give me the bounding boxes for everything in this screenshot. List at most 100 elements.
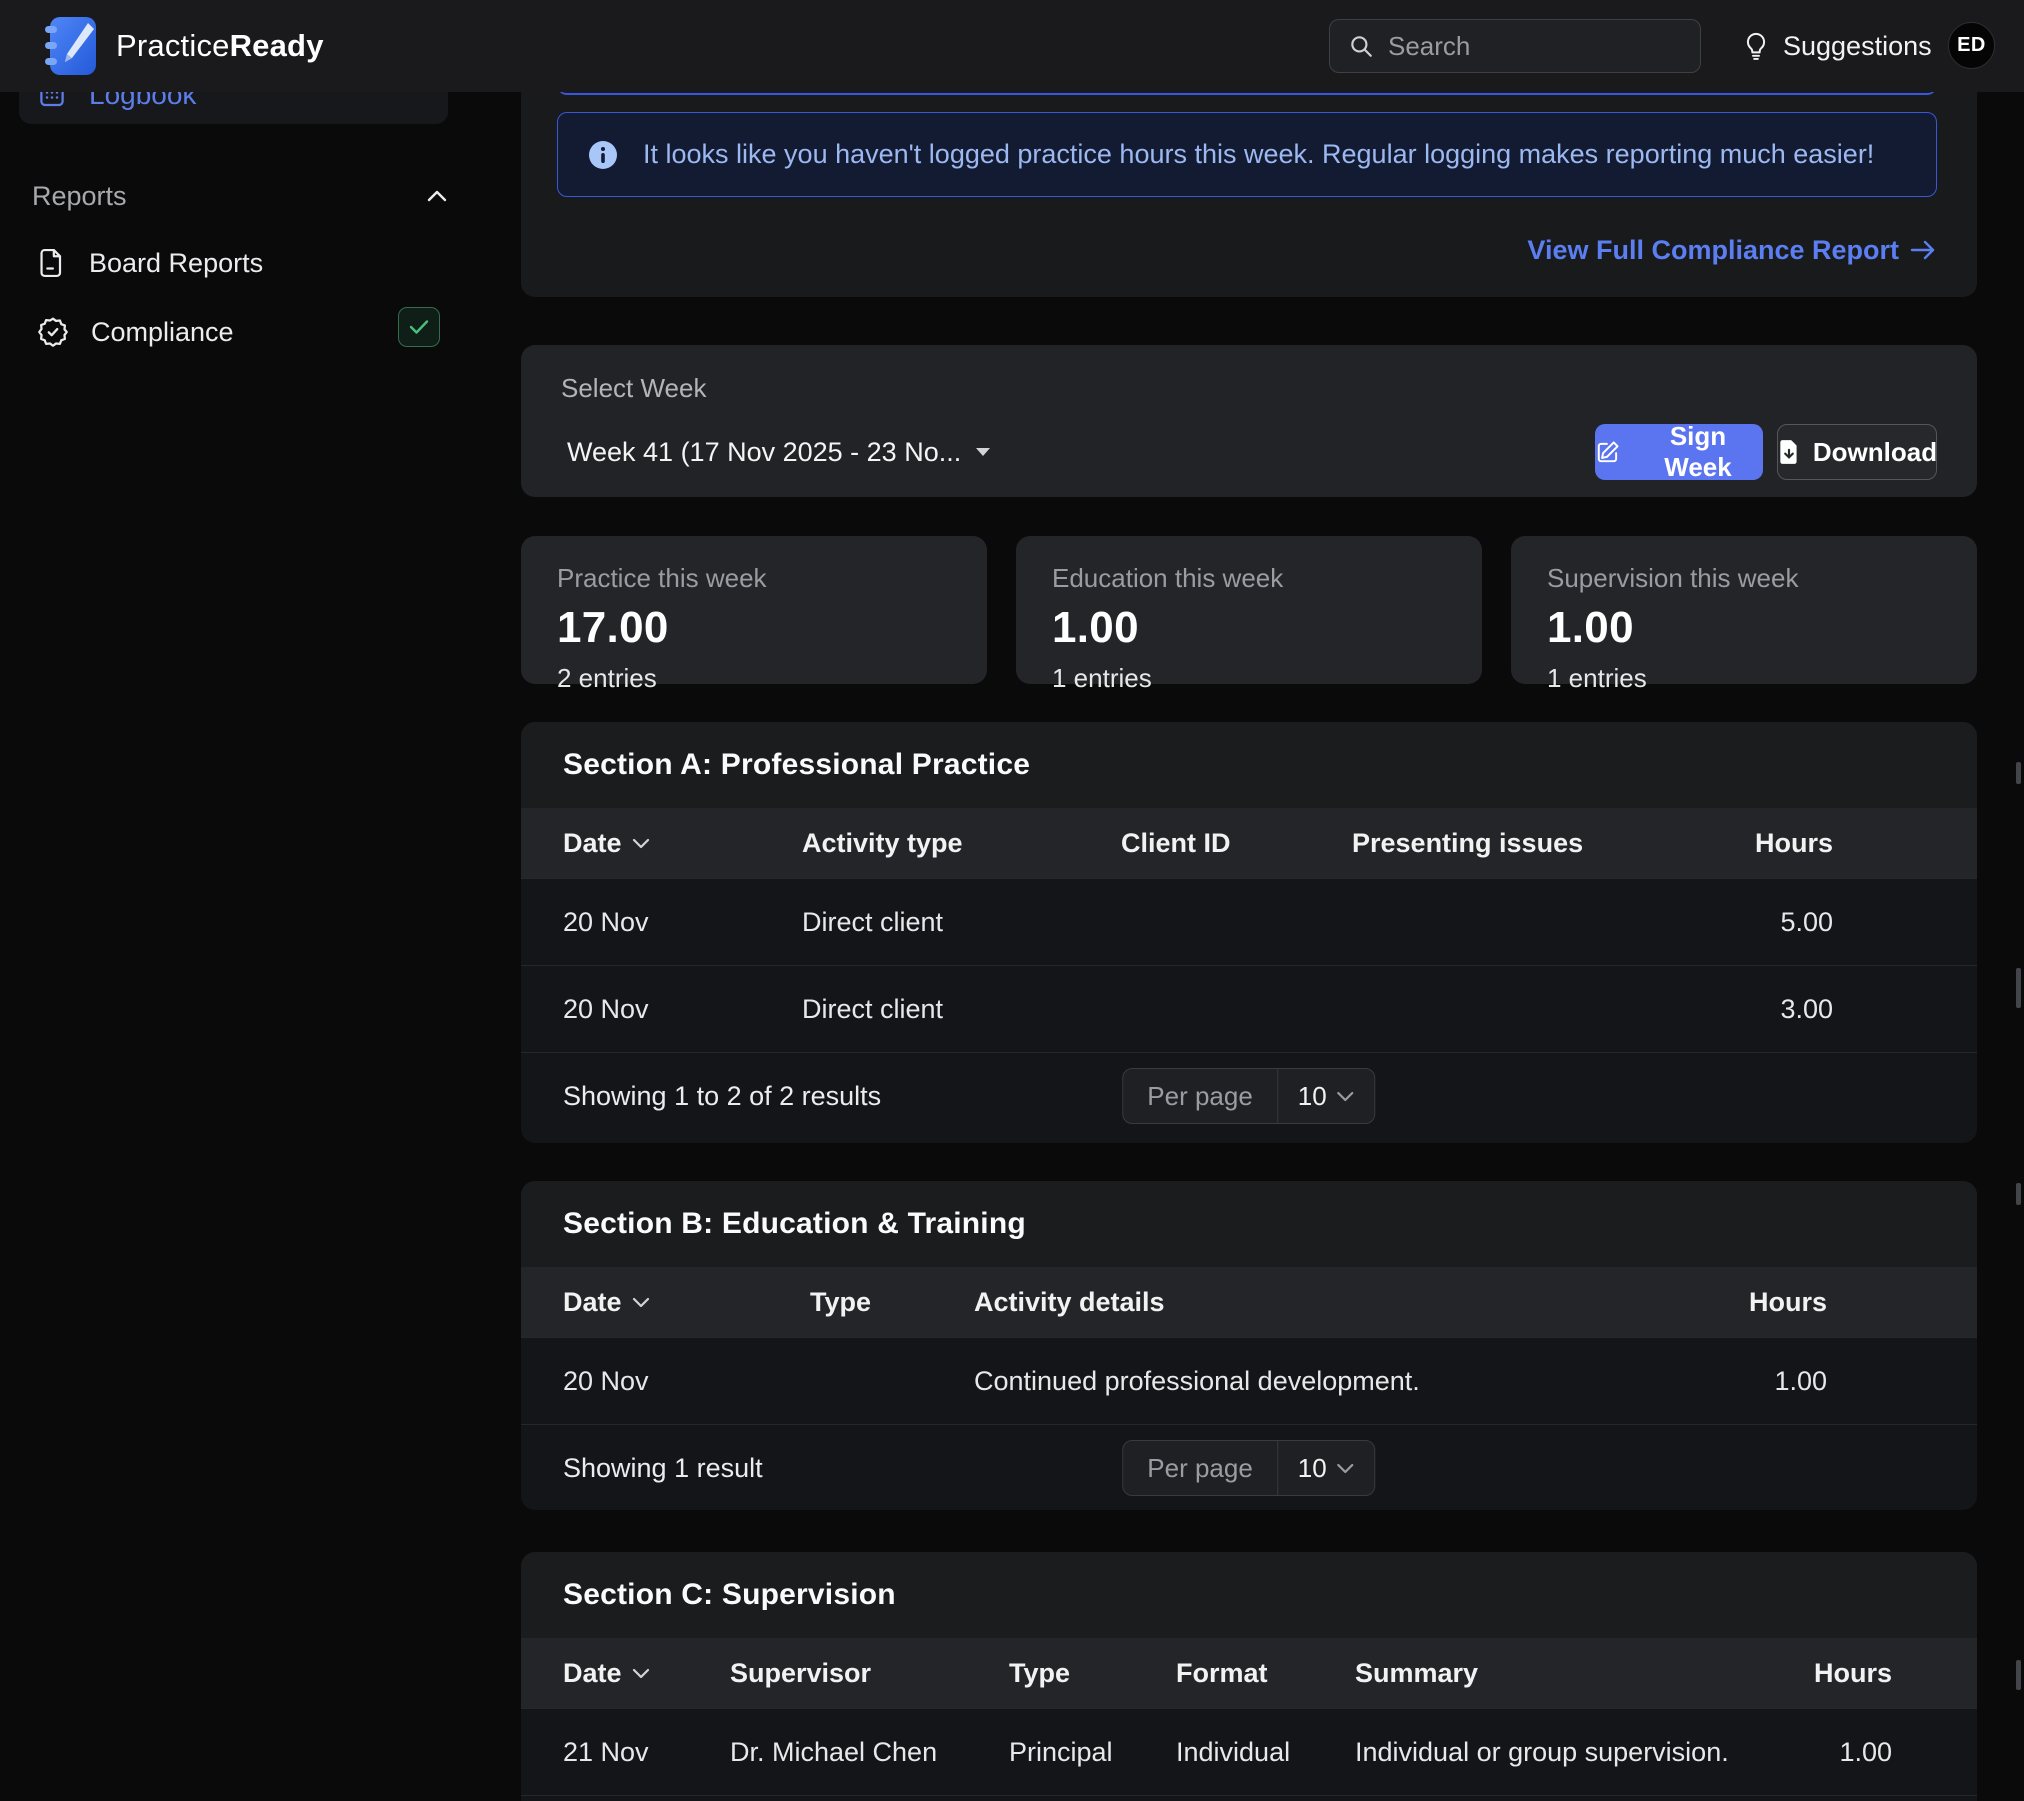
table-row[interactable]: 21 Nov Dr. Michael Chen Principal Indivi… — [521, 1708, 1977, 1795]
table-row[interactable]: 20 Nov Direct client 3.00 — [521, 965, 1977, 1052]
column-header: Activity details — [974, 1287, 1677, 1318]
cell-hours: 1.00 — [1762, 1737, 1892, 1768]
user-avatar[interactable]: ED — [1948, 22, 1995, 69]
brand-title: PracticeReady — [116, 28, 324, 64]
sidebar-item-label: Compliance — [91, 317, 234, 348]
arrow-right-icon — [1909, 239, 1937, 261]
table-row[interactable]: 20 Nov Continued professional developmen… — [521, 1337, 1977, 1424]
column-label: Date — [563, 1287, 622, 1318]
cell-hours: 5.00 — [1693, 907, 1833, 938]
file-icon — [37, 247, 67, 279]
compliance-overview-card: It looks like you haven't logged practic… — [521, 70, 1977, 297]
stat-card-practice: Practice this week 17.00 2 entries — [521, 536, 987, 684]
brand-practice: Practice — [116, 28, 230, 63]
section-c-card: Section C: Supervision Date Supervisor T… — [521, 1552, 1977, 1801]
cell-hours: 1.00 — [1677, 1366, 1827, 1397]
section-c-title: Section C: Supervision — [563, 1578, 896, 1612]
column-header: Format — [1176, 1658, 1355, 1689]
column-header-hours: Hours — [1693, 828, 1833, 859]
section-b-table-footer: Showing 1 result Per page 10 — [521, 1424, 1977, 1510]
section-a-table-header: Date Activity type Client ID Presenting … — [521, 808, 1977, 878]
table-row[interactable]: 20 Nov Direct client 5.00 — [521, 878, 1977, 965]
scrollbar-marker — [2016, 1660, 2021, 1690]
column-header-date[interactable]: Date — [563, 1287, 810, 1318]
column-header: Activity type — [802, 828, 1121, 859]
download-label: Download — [1813, 437, 1937, 468]
stat-label: Practice this week — [557, 563, 951, 594]
sign-week-label: Sign Week — [1633, 421, 1763, 483]
section-c-table-footer — [521, 1795, 1977, 1801]
view-full-compliance-report-link[interactable]: View Full Compliance Report — [1527, 230, 1937, 270]
search-icon — [1348, 33, 1374, 59]
check-icon — [408, 318, 430, 336]
cell-date: 20 Nov — [563, 994, 802, 1025]
sidebar-section-reports[interactable]: Reports — [32, 180, 448, 212]
per-page-value: 10 — [1298, 1453, 1327, 1484]
chevron-down-icon — [1337, 1091, 1355, 1102]
select-week-label: Select Week — [561, 373, 1937, 404]
column-header: Type — [810, 1287, 974, 1318]
cell-activity-details: Continued professional development. — [974, 1366, 1677, 1397]
column-header: Summary — [1355, 1658, 1762, 1689]
cell-supervisor: Dr. Michael Chen — [730, 1737, 1009, 1768]
column-header-hours: Hours — [1677, 1287, 1827, 1318]
week-select-dropdown[interactable]: Week 41 (17 Nov 2025 - 23 No... — [561, 437, 991, 468]
per-page-label: Per page — [1123, 1069, 1277, 1123]
download-file-icon — [1777, 439, 1801, 465]
section-b-table-header: Date Type Activity details Hours — [521, 1267, 1977, 1337]
sidebar-section-label: Reports — [32, 181, 127, 212]
scrollbar-marker — [2016, 1183, 2021, 1205]
column-header-date[interactable]: Date — [563, 828, 802, 859]
top-navbar: PracticeReady Suggestions ED — [0, 0, 2024, 92]
sign-week-button[interactable]: Sign Week — [1595, 424, 1763, 480]
stat-value: 17.00 — [557, 603, 951, 653]
column-header: Presenting issues — [1352, 828, 1693, 859]
results-count: Showing 1 result — [563, 1453, 763, 1484]
brand-ready: Ready — [230, 28, 324, 63]
scrollbar-marker — [2016, 762, 2021, 784]
chevron-down-icon — [1337, 1463, 1355, 1474]
search-input[interactable] — [1388, 31, 1682, 62]
brand[interactable]: PracticeReady — [40, 0, 324, 92]
sort-chevron-down-icon — [632, 1668, 650, 1679]
search-box[interactable] — [1329, 19, 1701, 73]
stat-label: Education this week — [1052, 563, 1446, 594]
cell-hours: 3.00 — [1693, 994, 1833, 1025]
per-page-label: Per page — [1123, 1441, 1277, 1495]
download-button[interactable]: Download — [1777, 424, 1937, 480]
select-week-card: Select Week Week 41 (17 Nov 2025 - 23 No… — [521, 345, 1977, 497]
section-c-table-header: Date Supervisor Type Format Summary Hour… — [521, 1638, 1977, 1708]
per-page-selector[interactable]: Per page 10 — [1122, 1068, 1375, 1124]
weekly-stats-row: Practice this week 17.00 2 entries Educa… — [521, 536, 1977, 684]
cell-date: 20 Nov — [563, 1366, 810, 1397]
compliance-status-badge — [398, 307, 440, 347]
sort-chevron-down-icon — [632, 838, 650, 849]
cell-date: 20 Nov — [563, 907, 802, 938]
link-label: View Full Compliance Report — [1527, 235, 1899, 266]
column-header: Supervisor — [730, 1658, 1009, 1689]
section-a-title: Section A: Professional Practice — [563, 748, 1030, 782]
stat-entries: 1 entries — [1052, 663, 1446, 694]
stat-entries: 1 entries — [1547, 663, 1941, 694]
column-header-hours: Hours — [1762, 1658, 1892, 1689]
cell-date: 21 Nov — [563, 1737, 730, 1768]
column-header-date[interactable]: Date — [563, 1658, 730, 1689]
column-label: Date — [563, 1658, 622, 1689]
sidebar-item-compliance[interactable]: Compliance — [19, 306, 448, 358]
suggestions-label: Suggestions — [1783, 31, 1932, 62]
sidebar-item-board-reports[interactable]: Board Reports — [19, 237, 448, 289]
cell-activity-type: Direct client — [802, 907, 1121, 938]
sidebar-item-label: Board Reports — [89, 248, 263, 279]
stat-entries: 2 entries — [557, 663, 951, 694]
sidebar: Logbook Reports Board Reports — [0, 0, 500, 1801]
stat-label: Supervision this week — [1547, 563, 1941, 594]
suggestions-button[interactable]: Suggestions — [1742, 0, 1932, 92]
pencil-square-icon — [1595, 439, 1621, 465]
cell-summary: Individual or group supervision. — [1355, 1737, 1762, 1768]
stat-value: 1.00 — [1052, 603, 1446, 653]
app-canvas: Logbook Reports Board Reports — [0, 0, 2024, 1801]
avatar-initials: ED — [1957, 34, 1986, 57]
sort-chevron-down-icon — [632, 1297, 650, 1308]
info-icon — [588, 140, 618, 170]
per-page-selector[interactable]: Per page 10 — [1122, 1440, 1375, 1496]
